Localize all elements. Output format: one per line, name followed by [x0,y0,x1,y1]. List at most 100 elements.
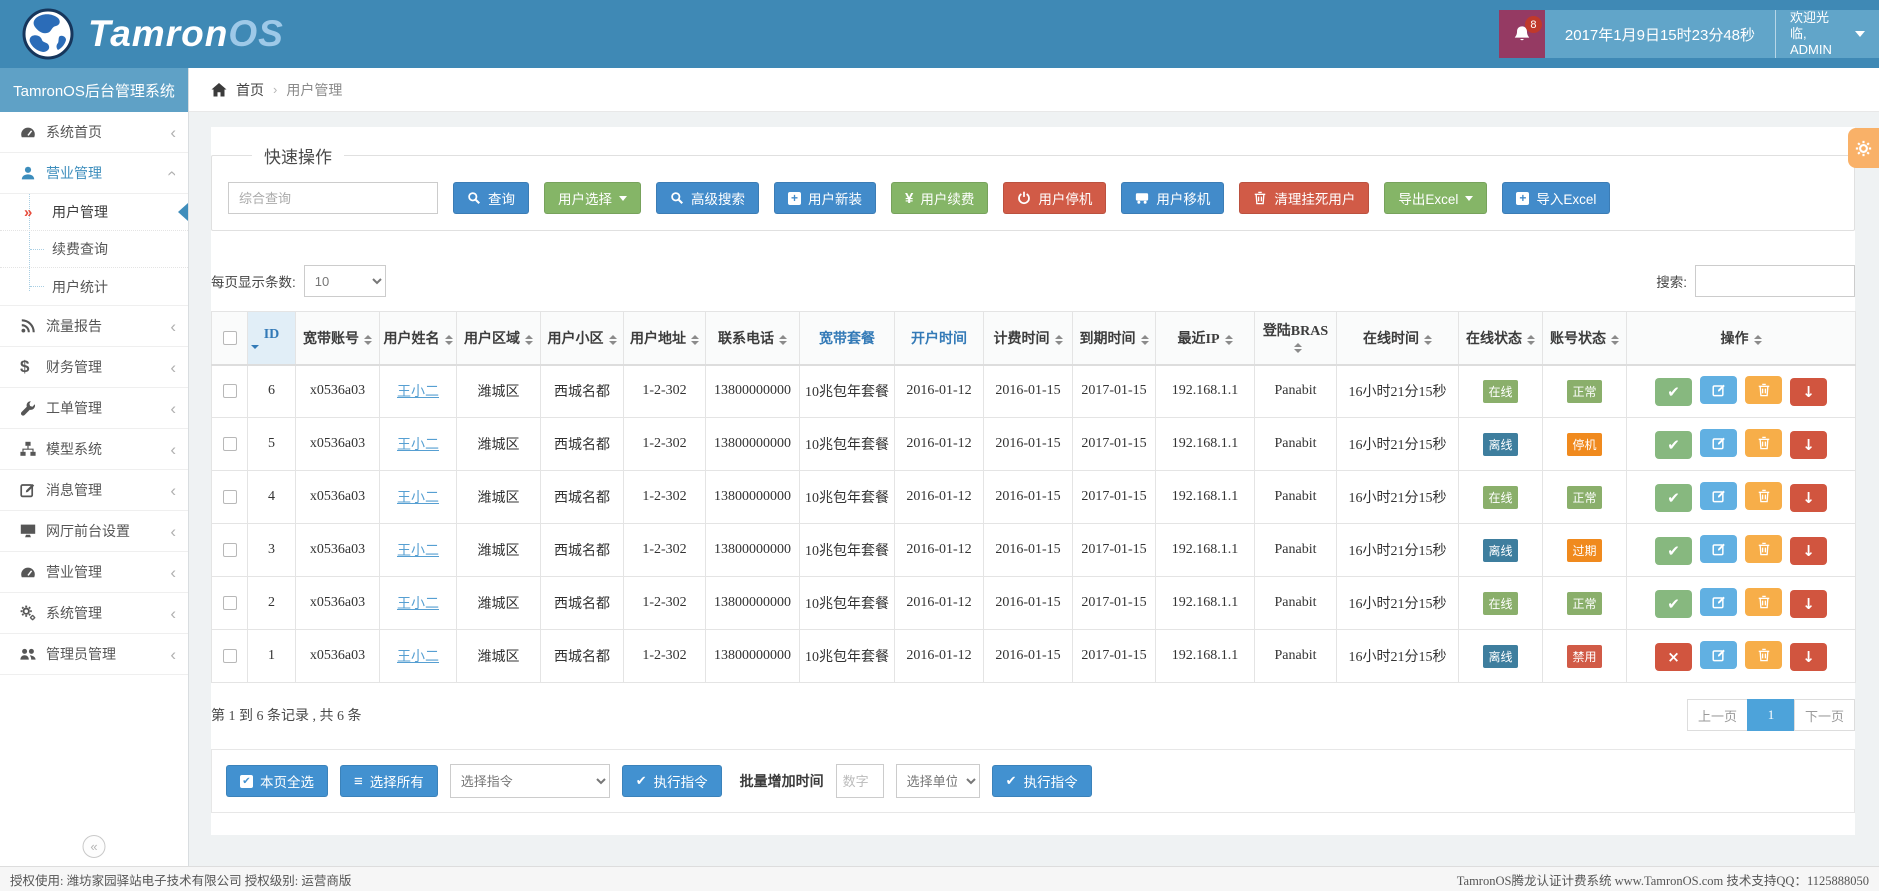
column-header-宽带套餐[interactable]: 宽带套餐 [800,312,895,365]
quick-button-用户续费[interactable]: ¥用户续费 [891,182,988,214]
next-page-button[interactable]: 下一页 [1794,699,1855,731]
batch-number-input[interactable] [836,764,884,798]
approve-button[interactable]: ✔ [1655,590,1692,618]
column-header-到期时间[interactable]: 到期时间 [1073,312,1156,365]
prev-page-button[interactable]: 上一页 [1687,699,1748,731]
edit-button[interactable] [1700,588,1737,616]
edit-button[interactable] [1700,641,1737,669]
row-checkbox[interactable] [223,437,237,451]
sidebar-subitem-用户管理[interactable]: »用户管理 [0,194,188,231]
edit-button[interactable] [1700,376,1737,404]
row-checkbox[interactable] [223,490,237,504]
approve-button[interactable]: ✔ [1655,431,1692,459]
cell-open-date: 2016-01-12 [895,365,984,418]
per-page-select[interactable]: 10 [304,265,386,297]
table-search-input[interactable] [1695,265,1855,297]
sidebar-item-消息管理[interactable]: 消息管理‹ [0,470,188,511]
delete-button[interactable] [1745,535,1782,563]
column-header-登陆BRAS[interactable]: 登陆BRAS [1255,312,1337,365]
user-name-link[interactable]: 王小二 [397,385,439,400]
sidebar-subitem-用户统计[interactable]: 用户统计 [0,268,188,305]
delete-button[interactable] [1745,376,1782,404]
sidebar-item-营业管理[interactable]: 营业管理‹ [0,153,188,194]
row-checkbox[interactable] [223,384,237,398]
delete-button[interactable] [1745,429,1782,457]
sidebar-item-财务管理[interactable]: $财务管理‹ [0,347,188,388]
sidebar-collapse-button[interactable]: « [83,835,106,858]
row-checkbox[interactable] [223,596,237,610]
sidebar-item-流量报告[interactable]: 流量报告‹ [0,306,188,347]
select-all-button[interactable]: ≡ 选择所有 [340,765,438,797]
column-header-用户小区[interactable]: 用户小区 [541,312,624,365]
quick-button-用户选择[interactable]: 用户选择 [544,182,641,214]
select-page-button[interactable]: ✔ 本页全选 [226,765,328,797]
column-header-联系电话[interactable]: 联系电话 [706,312,800,365]
breadcrumb-home[interactable]: 首页 [236,80,264,100]
edit-button[interactable] [1700,429,1737,457]
column-header-用户区域[interactable]: 用户区域 [457,312,541,365]
column-header-在线状态[interactable]: 在线状态 [1459,312,1543,365]
column-header-用户姓名[interactable]: 用户姓名 [380,312,457,365]
select-all-checkbox[interactable] [223,331,237,345]
quick-button-查询[interactable]: 查询 [453,182,529,214]
execute-batch-button[interactable]: ✔ 执行指令 [992,765,1092,797]
quick-button-清理挂死用户[interactable]: 清理挂死用户 [1239,182,1369,214]
column-header-宽带账号[interactable]: 宽带账号 [296,312,380,365]
user-name-link[interactable]: 王小二 [397,650,439,665]
download-button[interactable]: ↓ [1790,484,1827,512]
user-name-link[interactable]: 王小二 [397,597,439,612]
sidebar-item-营业管理[interactable]: 营业管理‹ [0,552,188,593]
online-status-badge: 离线 [1483,645,1517,668]
sidebar-item-系统首页[interactable]: 系统首页‹ [0,112,188,153]
notifications-button[interactable]: 8 [1499,10,1545,58]
approve-button[interactable]: ✔ [1655,378,1692,406]
execute-command-button[interactable]: ✔ 执行指令 [622,765,722,797]
download-button[interactable]: ↓ [1790,643,1827,671]
sidebar-item-网厅前台设置[interactable]: 网厅前台设置‹ [0,511,188,552]
column-header-计费时间[interactable]: 计费时间 [984,312,1073,365]
user-name-link[interactable]: 王小二 [397,544,439,559]
delete-button[interactable] [1745,588,1782,616]
column-header-用户地址[interactable]: 用户地址 [624,312,706,365]
row-checkbox[interactable] [223,543,237,557]
column-header-开户时间[interactable]: 开户时间 [895,312,984,365]
column-header-ID[interactable]: ID [248,312,296,365]
disable-button[interactable]: × [1655,643,1692,671]
batch-time-label: 批量增加时间 [740,771,824,791]
quick-search-input[interactable] [228,182,438,214]
sidebar-item-系统管理[interactable]: 系统管理‹ [0,593,188,634]
quick-button-导出Excel[interactable]: 导出Excel [1384,182,1487,214]
column-header-在线时间[interactable]: 在线时间 [1337,312,1459,365]
download-button[interactable]: ↓ [1790,590,1827,618]
column-header-账号状态[interactable]: 账号状态 [1543,312,1627,365]
unit-select[interactable]: 选择单位 [896,764,980,798]
quick-button-用户移机[interactable]: 用户移机 [1121,182,1224,214]
quick-button-导入Excel[interactable]: +导入Excel [1502,182,1610,214]
sidebar-item-模型系统[interactable]: 模型系统‹ [0,429,188,470]
brand-logo[interactable]: TamronOS [0,8,284,60]
edit-button[interactable] [1700,482,1737,510]
settings-tab-button[interactable] [1848,128,1879,168]
user-menu[interactable]: 欢迎光临, ADMIN [1775,10,1879,58]
user-name-link[interactable]: 王小二 [397,491,439,506]
user-name-link[interactable]: 王小二 [397,438,439,453]
approve-button[interactable]: ✔ [1655,537,1692,565]
delete-button[interactable] [1745,641,1782,669]
download-button[interactable]: ↓ [1790,378,1827,406]
column-header-操作[interactable]: 操作 [1627,312,1856,365]
quick-button-用户新装[interactable]: +用户新装 [774,182,876,214]
column-header-最近IP[interactable]: 最近IP [1156,312,1255,365]
page-number-button[interactable]: 1 [1747,699,1795,731]
quick-button-用户停机[interactable]: 用户停机 [1003,182,1106,214]
download-button[interactable]: ↓ [1790,537,1827,565]
download-button[interactable]: ↓ [1790,431,1827,459]
quick-button-高级搜索[interactable]: 高级搜索 [656,182,759,214]
approve-button[interactable]: ✔ [1655,484,1692,512]
command-select[interactable]: 选择指令 [450,764,610,798]
sidebar-subitem-续费查询[interactable]: 续费查询 [0,231,188,268]
row-checkbox[interactable] [223,649,237,663]
sidebar-item-管理员管理[interactable]: 管理员管理‹ [0,634,188,675]
sidebar-item-工单管理[interactable]: 工单管理‹ [0,388,188,429]
edit-button[interactable] [1700,535,1737,563]
delete-button[interactable] [1745,482,1782,510]
